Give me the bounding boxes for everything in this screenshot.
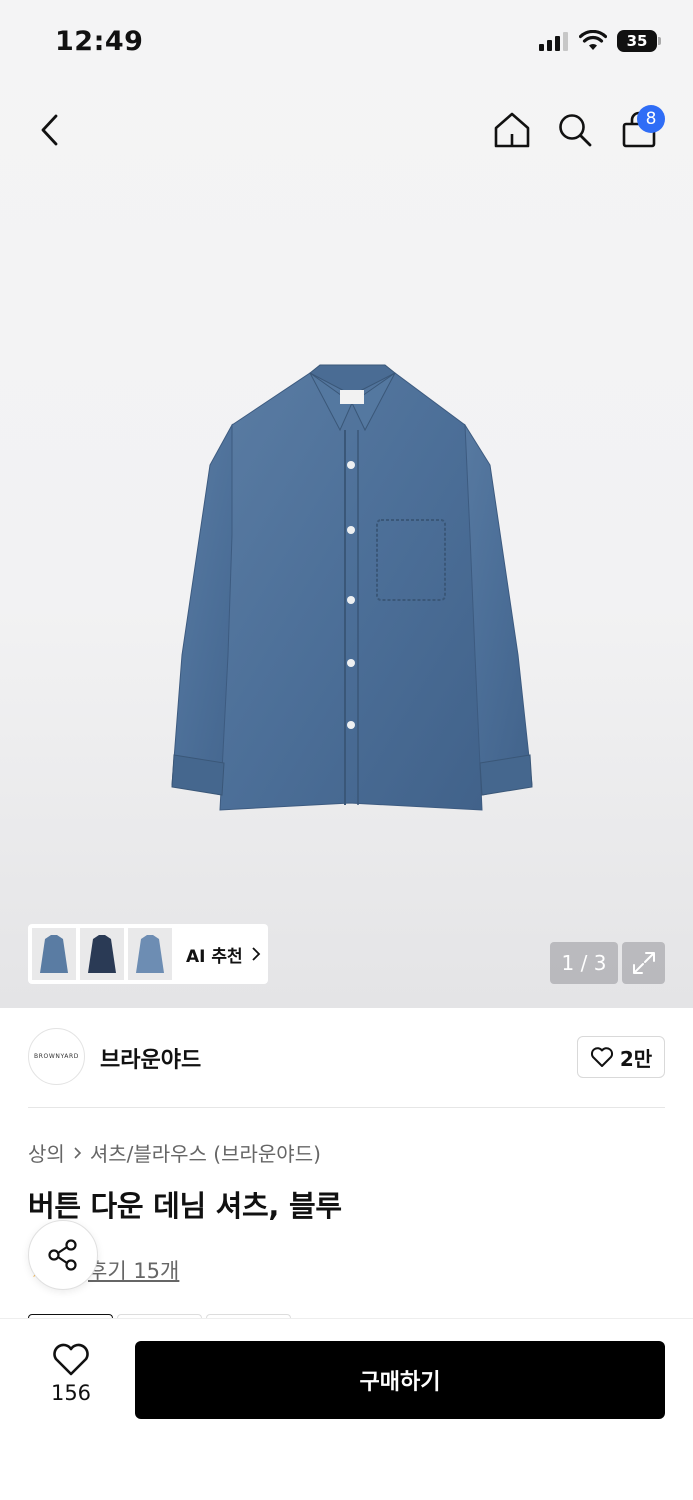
cellular-signal-icon — [539, 32, 568, 51]
heart-icon — [590, 1047, 613, 1067]
brand-name[interactable]: 브라운야드 — [100, 1042, 201, 1074]
chevron-right-icon — [252, 947, 260, 961]
ai-recommend-link[interactable]: AI 추천 — [186, 942, 261, 967]
bottom-action-bar: 156 구매하기 — [0, 1318, 693, 1500]
home-icon — [494, 112, 530, 148]
share-icon — [48, 1239, 77, 1271]
cart-count-badge: 8 — [637, 105, 665, 133]
expand-button[interactable] — [622, 942, 665, 984]
expand-icon — [632, 952, 655, 974]
breadcrumb: 상의 셔츠/블라우스 (브라운야드) — [28, 1138, 321, 1167]
chevron-right-icon — [74, 1146, 81, 1159]
status-icons: 35 — [539, 30, 661, 52]
status-bar: 12:49 35 — [0, 0, 693, 88]
product-gallery[interactable]: 12:49 35 8 AI 추천 1 / 3 — [0, 0, 693, 1008]
ai-recommend-label: AI 추천 — [186, 946, 243, 967]
heart-icon — [53, 1343, 89, 1376]
search-button[interactable] — [553, 107, 597, 153]
shirt-icon — [136, 935, 164, 973]
thumbnail-1[interactable] — [32, 928, 76, 980]
share-button[interactable] — [28, 1220, 98, 1290]
top-nav — [0, 95, 693, 165]
back-button[interactable] — [30, 107, 70, 153]
brand-row[interactable]: BROWNYARD 브라운야드 2만 — [28, 1028, 665, 1086]
product-image[interactable] — [160, 355, 545, 825]
brand-logo[interactable]: BROWNYARD — [28, 1028, 85, 1085]
chevron-left-icon — [41, 114, 58, 146]
search-icon — [559, 114, 592, 147]
breadcrumb-item-subcategory[interactable]: 셔츠/블라우스 (브라운야드) — [90, 1138, 321, 1167]
status-time: 12:49 — [55, 26, 144, 57]
battery-icon: 35 — [617, 30, 661, 52]
home-button[interactable] — [490, 107, 534, 153]
wishlist-count: 156 — [50, 1381, 92, 1405]
thumbnail-3[interactable] — [128, 928, 172, 980]
product-title: 버튼 다운 데님 셔츠, 블루 — [28, 1189, 342, 1223]
shirt-icon — [40, 935, 68, 973]
battery-level: 35 — [626, 32, 648, 50]
buy-button[interactable]: 구매하기 — [135, 1341, 665, 1419]
image-page-indicator: 1 / 3 — [550, 942, 618, 984]
wifi-icon — [579, 30, 607, 50]
divider — [28, 1107, 665, 1108]
shirt-icon — [88, 935, 116, 973]
brand-like-count: 2만 — [619, 1046, 653, 1071]
brand-like-button[interactable]: 2만 — [577, 1036, 665, 1078]
thumbnail-strip: AI 추천 — [28, 924, 268, 984]
breadcrumb-item-category[interactable]: 상의 — [28, 1138, 65, 1167]
thumbnail-2[interactable] — [80, 928, 124, 980]
wishlist-button[interactable]: 156 — [40, 1343, 102, 1413]
